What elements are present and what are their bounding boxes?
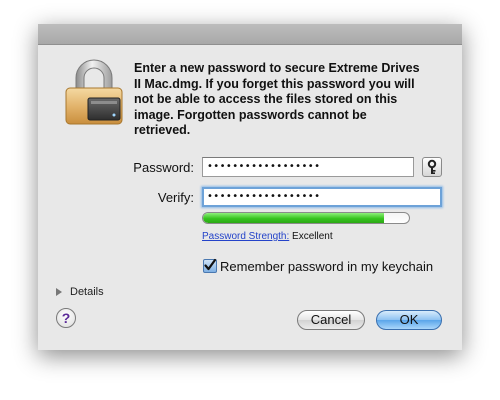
verify-label: Verify: <box>157 190 194 205</box>
password-strength-text: Password Strength: Excellent <box>202 231 333 242</box>
keychain-checkbox[interactable] <box>203 258 217 273</box>
password-label: Password: <box>133 160 194 175</box>
details-disclosure[interactable]: Details <box>56 286 104 298</box>
details-label: Details <box>70 286 104 298</box>
disclosure-triangle-icon <box>56 288 62 296</box>
verify-field[interactable]: •••••••••••••••••• <box>202 187 442 207</box>
cancel-button[interactable]: Cancel <box>297 310 365 330</box>
password-dialog: Enter a new password to secure Extreme D… <box>38 24 462 350</box>
password-assistant-button[interactable] <box>422 157 442 177</box>
password-field[interactable]: •••••••••••••••••• <box>202 157 414 177</box>
password-strength-value: Excellent <box>292 231 333 242</box>
checkmark-icon <box>204 258 217 271</box>
password-strength-link[interactable]: Password Strength: <box>202 231 289 242</box>
ok-button[interactable]: OK <box>376 310 442 330</box>
dialog-message: Enter a new password to secure Extreme D… <box>134 61 420 138</box>
dialog-titlebar <box>38 24 462 45</box>
keychain-label[interactable]: Remember password in my keychain <box>220 259 433 274</box>
lock-icon <box>65 59 123 125</box>
password-strength-fill <box>203 213 385 223</box>
help-button[interactable]: ? <box>56 308 76 328</box>
password-strength-meter <box>202 212 410 224</box>
key-icon <box>427 159 437 174</box>
